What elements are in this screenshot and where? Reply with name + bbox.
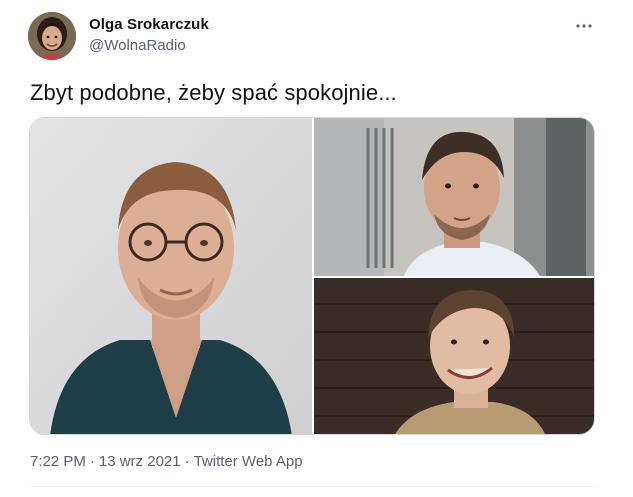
more-horizontal-icon xyxy=(576,24,592,28)
meta-separator: · xyxy=(184,453,190,470)
meta-separator: · xyxy=(89,453,95,470)
tweet-meta: 7:22 PM · 13 wrz 2021 · Twitter Web App xyxy=(30,453,303,470)
avatar-photo-icon xyxy=(28,12,76,60)
divider xyxy=(29,486,595,487)
tweet-source-link[interactable]: Twitter Web App xyxy=(194,453,303,470)
photo-icon xyxy=(30,118,312,434)
media-grid xyxy=(29,117,595,435)
photo-man-outdoors[interactable] xyxy=(314,118,594,276)
avatar[interactable] xyxy=(28,12,76,60)
photo-man-with-glasses[interactable] xyxy=(30,118,312,434)
tweet-text: Zbyt podobne, żeby spać spokojnie... xyxy=(30,80,397,105)
author-handle[interactable]: @WolnaRadio xyxy=(89,37,186,54)
photo-icon xyxy=(314,118,594,276)
tweet: Olga Srokarczuk @WolnaRadio Zbyt podobne… xyxy=(0,0,633,497)
tweet-time-link[interactable]: 7:22 PM xyxy=(30,453,86,470)
photo-icon xyxy=(314,278,594,434)
tweet-date-link[interactable]: 13 wrz 2021 xyxy=(99,453,181,470)
more-options-button[interactable] xyxy=(572,16,596,36)
author-display-name[interactable]: Olga Srokarczuk xyxy=(89,16,209,33)
photo-man-smiling[interactable] xyxy=(314,278,594,434)
